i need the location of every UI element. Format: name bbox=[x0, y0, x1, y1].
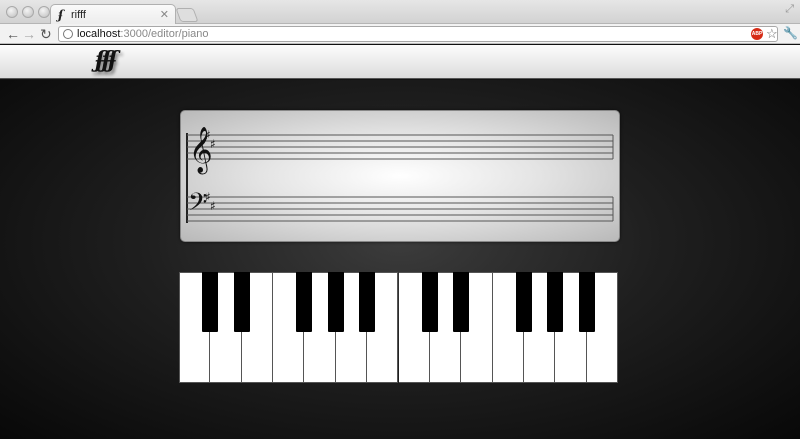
zoom-window-button[interactable] bbox=[38, 6, 50, 18]
piano-keyboard bbox=[179, 272, 618, 383]
piano-black-key[interactable] bbox=[233, 272, 250, 332]
tab-favicon-icon: ʄ bbox=[58, 8, 64, 22]
rifff-logo[interactable]: ʄʄʄ bbox=[95, 47, 117, 73]
piano-black-key[interactable] bbox=[421, 272, 438, 332]
app-header: ʄʄʄ bbox=[0, 45, 800, 79]
bookmark-star-icon[interactable]: ☆ bbox=[766, 26, 778, 42]
piano-black-key[interactable] bbox=[453, 272, 470, 332]
grand-staff: 𝄞 ♯ ♯ 𝄢 ♯ ♯ bbox=[186, 127, 614, 223]
fullscreen-icon[interactable]: ⤢ bbox=[785, 3, 794, 16]
forward-button[interactable]: → bbox=[22, 26, 36, 42]
browser-titlebar: ʄ rifff ✕ ⤢ bbox=[0, 0, 800, 25]
browser-tab[interactable]: ʄ rifff ✕ bbox=[50, 4, 176, 25]
piano-black-key[interactable] bbox=[296, 272, 313, 332]
reload-button[interactable]: ↻ bbox=[40, 26, 52, 42]
url-host: localhost bbox=[77, 28, 121, 40]
wrench-menu-icon[interactable]: 🔧 bbox=[783, 26, 798, 40]
url-path: :3000/editor/piano bbox=[120, 28, 209, 40]
piano-black-key[interactable] bbox=[515, 272, 532, 332]
treble-sharp-c-icon: ♯ bbox=[210, 137, 216, 151]
staff-panel: 𝄞 ♯ ♯ 𝄢 ♯ ♯ bbox=[180, 110, 620, 242]
back-button[interactable]: ← bbox=[6, 26, 20, 42]
piano-black-key[interactable] bbox=[547, 272, 564, 332]
url-text: localhost:3000/editor/piano bbox=[77, 28, 209, 40]
browser-toolbar: ← → ↻ localhost:3000/editor/piano ABP ☆ … bbox=[0, 24, 800, 44]
globe-icon bbox=[63, 29, 73, 39]
close-window-button[interactable] bbox=[6, 6, 18, 18]
tab-title: rifff bbox=[71, 9, 86, 21]
piano-black-key[interactable] bbox=[202, 272, 219, 332]
bass-staff-lines bbox=[187, 196, 613, 222]
bass-sharp-c-icon: ♯ bbox=[210, 199, 216, 213]
treble-staff-lines bbox=[187, 134, 613, 160]
tab-close-icon[interactable]: ✕ bbox=[160, 8, 169, 21]
piano-black-key[interactable] bbox=[327, 272, 344, 332]
piano-black-key[interactable] bbox=[359, 272, 376, 332]
minimize-window-button[interactable] bbox=[22, 6, 34, 18]
address-bar[interactable]: localhost:3000/editor/piano ABP ☆ bbox=[58, 26, 778, 42]
adblock-icon[interactable]: ABP bbox=[751, 28, 763, 40]
new-tab-button[interactable] bbox=[175, 8, 199, 22]
piano-black-key[interactable] bbox=[578, 272, 595, 332]
